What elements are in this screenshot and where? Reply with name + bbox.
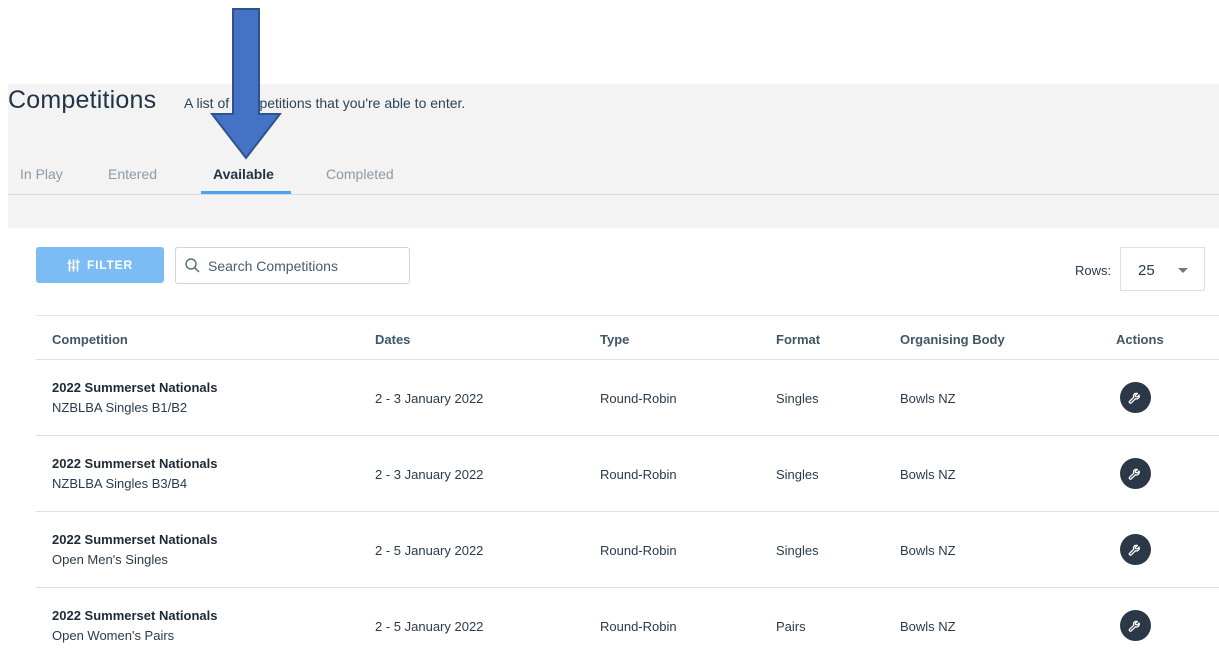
header-dates[interactable]: Dates [375,332,410,347]
competition-format: Singles [776,543,819,558]
search-input[interactable] [208,248,403,283]
competition-dates: 2 - 3 January 2022 [375,391,484,406]
row-action-button[interactable] [1120,610,1151,641]
table-row[interactable]: 2022 Summerset Nationals NZBLBA Singles … [36,360,1219,436]
competition-format: Singles [776,391,819,406]
search-icon [185,258,200,273]
tab-available[interactable]: Available [213,166,274,182]
competition-organising-body: Bowls NZ [900,619,956,634]
rows-per-page-value: 25 [1138,262,1155,279]
competition-dates: 2 - 3 January 2022 [375,467,484,482]
tab-bar: In Play Entered Available Completed [8,160,1219,195]
competition-name: 2022 Summerset Nationals [52,380,218,395]
tab-entered[interactable]: Entered [108,166,157,182]
wrench-icon [1128,544,1140,556]
competition-name: 2022 Summerset Nationals [52,532,218,547]
down-arrow-icon [210,8,282,160]
page-title: Competitions [8,86,157,114]
header-actions: Actions [1116,332,1164,347]
competition-event: NZBLBA Singles B1/B2 [52,400,188,415]
filter-button[interactable]: FILTER [36,247,164,283]
competition-format: Pairs [776,619,806,634]
row-action-button[interactable] [1120,382,1151,413]
header-competition[interactable]: Competition [52,332,128,347]
competition-dates: 2 - 5 January 2022 [375,543,484,558]
competition-format: Singles [776,467,819,482]
competition-event: Open Women's Pairs [52,628,175,643]
rows-per-page-select[interactable]: 25 [1120,247,1205,291]
row-action-button[interactable] [1120,534,1151,565]
sliders-icon [67,259,80,271]
caret-down-icon [1178,268,1188,273]
wrench-icon [1128,392,1140,404]
competition-type: Round-Robin [600,619,677,634]
wrench-icon [1128,620,1140,632]
competition-name: 2022 Summerset Nationals [52,456,218,471]
competition-organising-body: Bowls NZ [900,391,956,406]
search-box [175,247,410,284]
tab-completed[interactable]: Completed [326,166,394,182]
competition-type: Round-Robin [600,467,677,482]
competition-type: Round-Robin [600,543,677,558]
competitions-table: Competition Dates Type Format Organising… [36,315,1219,654]
competition-organising-body: Bowls NZ [900,543,956,558]
active-tab-indicator [201,191,291,194]
table-row[interactable]: 2022 Summerset Nationals NZBLBA Singles … [36,436,1219,512]
table-row[interactable]: 2022 Summerset Nationals Open Men's Sing… [36,512,1219,588]
rows-label: Rows: [1075,263,1112,278]
competition-dates: 2 - 5 January 2022 [375,619,484,634]
competition-name: 2022 Summerset Nationals [52,608,218,623]
table-row[interactable]: 2022 Summerset Nationals Open Women's Pa… [36,588,1219,654]
tab-in-play[interactable]: In Play [20,166,63,182]
row-action-button[interactable] [1120,458,1151,489]
wrench-icon [1128,468,1140,480]
header-type[interactable]: Type [600,332,629,347]
competition-event: NZBLBA Singles B3/B4 [52,476,188,491]
filter-button-label: FILTER [87,258,133,272]
header-format[interactable]: Format [776,332,820,347]
competition-type: Round-Robin [600,391,677,406]
header-organising-body[interactable]: Organising Body [900,332,1005,347]
table-header: Competition Dates Type Format Organising… [36,315,1219,360]
competition-organising-body: Bowls NZ [900,467,956,482]
competition-event: Open Men's Singles [52,552,168,567]
